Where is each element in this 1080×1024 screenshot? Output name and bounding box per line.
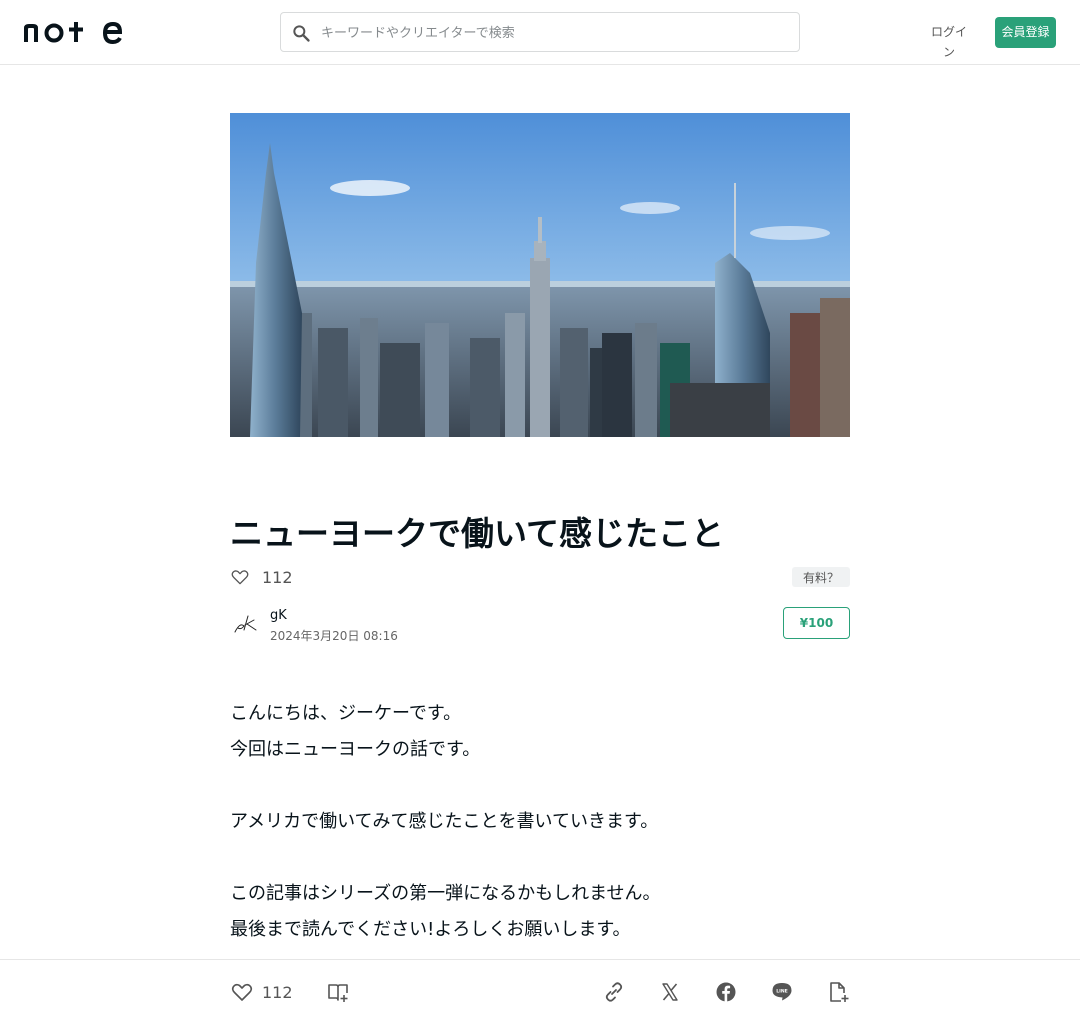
- like-summary[interactable]: 112: [230, 566, 293, 588]
- heart-icon: [231, 983, 253, 1001]
- svg-text:LINE: LINE: [776, 988, 788, 994]
- magazine-add-icon[interactable]: [326, 980, 350, 1004]
- author-name[interactable]: gK: [270, 608, 287, 623]
- body-paragraph: アメリカで働いてみて感じたことを書いていきます。: [230, 811, 659, 832]
- body-paragraph: 最後まで読んでください!よろしくお願いします。: [230, 919, 631, 940]
- body-paragraph: [230, 768, 850, 804]
- facebook-icon[interactable]: [714, 980, 738, 1004]
- avatar-signature: [234, 615, 257, 633]
- hero-image: [230, 113, 850, 437]
- heart-icon: [231, 570, 249, 585]
- author-info: gK 2024年3月20日 08:16 ¥100: [230, 606, 850, 643]
- body-paragraph: こんにちは、ジーケーです。: [230, 703, 462, 724]
- action-bar: 112 LINE: [0, 959, 1080, 1024]
- body-paragraph: 今回はニューヨークの話です。: [230, 739, 481, 760]
- link-icon[interactable]: [602, 980, 626, 1004]
- search-input[interactable]: [321, 21, 781, 45]
- body-paragraph: [230, 840, 850, 876]
- like-count: 112: [262, 567, 293, 587]
- article-title: ニューヨークで働いて感じたこと: [230, 514, 725, 553]
- signup-button[interactable]: 会員登録: [995, 17, 1056, 48]
- article-body: こんにちは、ジーケーです。 今回はニューヨークの話です。 アメリカで働いてみて感…: [230, 696, 850, 948]
- paid-badge-label: 有料？: [802, 570, 839, 585]
- hero-skyline-illustration: [230, 113, 850, 437]
- document-add-icon[interactable]: [826, 980, 850, 1004]
- body-paragraph: この記事はシリーズの第一弾になるかもしれません。: [230, 883, 661, 904]
- line-icon[interactable]: LINE: [770, 980, 794, 1004]
- search-icon: [293, 25, 310, 42]
- x-icon[interactable]: [658, 980, 682, 1004]
- price-button[interactable]: ¥100: [783, 607, 850, 639]
- like-count: 112: [262, 982, 293, 1002]
- site-header: ログイン 会員登録: [0, 0, 1080, 65]
- avatar[interactable]: [230, 608, 262, 640]
- login-link[interactable]: ログイン: [926, 22, 972, 59]
- paid-badge[interactable]: 有料？: [792, 567, 850, 587]
- search-box[interactable]: [280, 12, 800, 52]
- like-button[interactable]: 112: [230, 980, 293, 1004]
- publish-date: 2024年3月20日 08:16: [270, 629, 398, 643]
- note-logo[interactable]: [24, 20, 122, 44]
